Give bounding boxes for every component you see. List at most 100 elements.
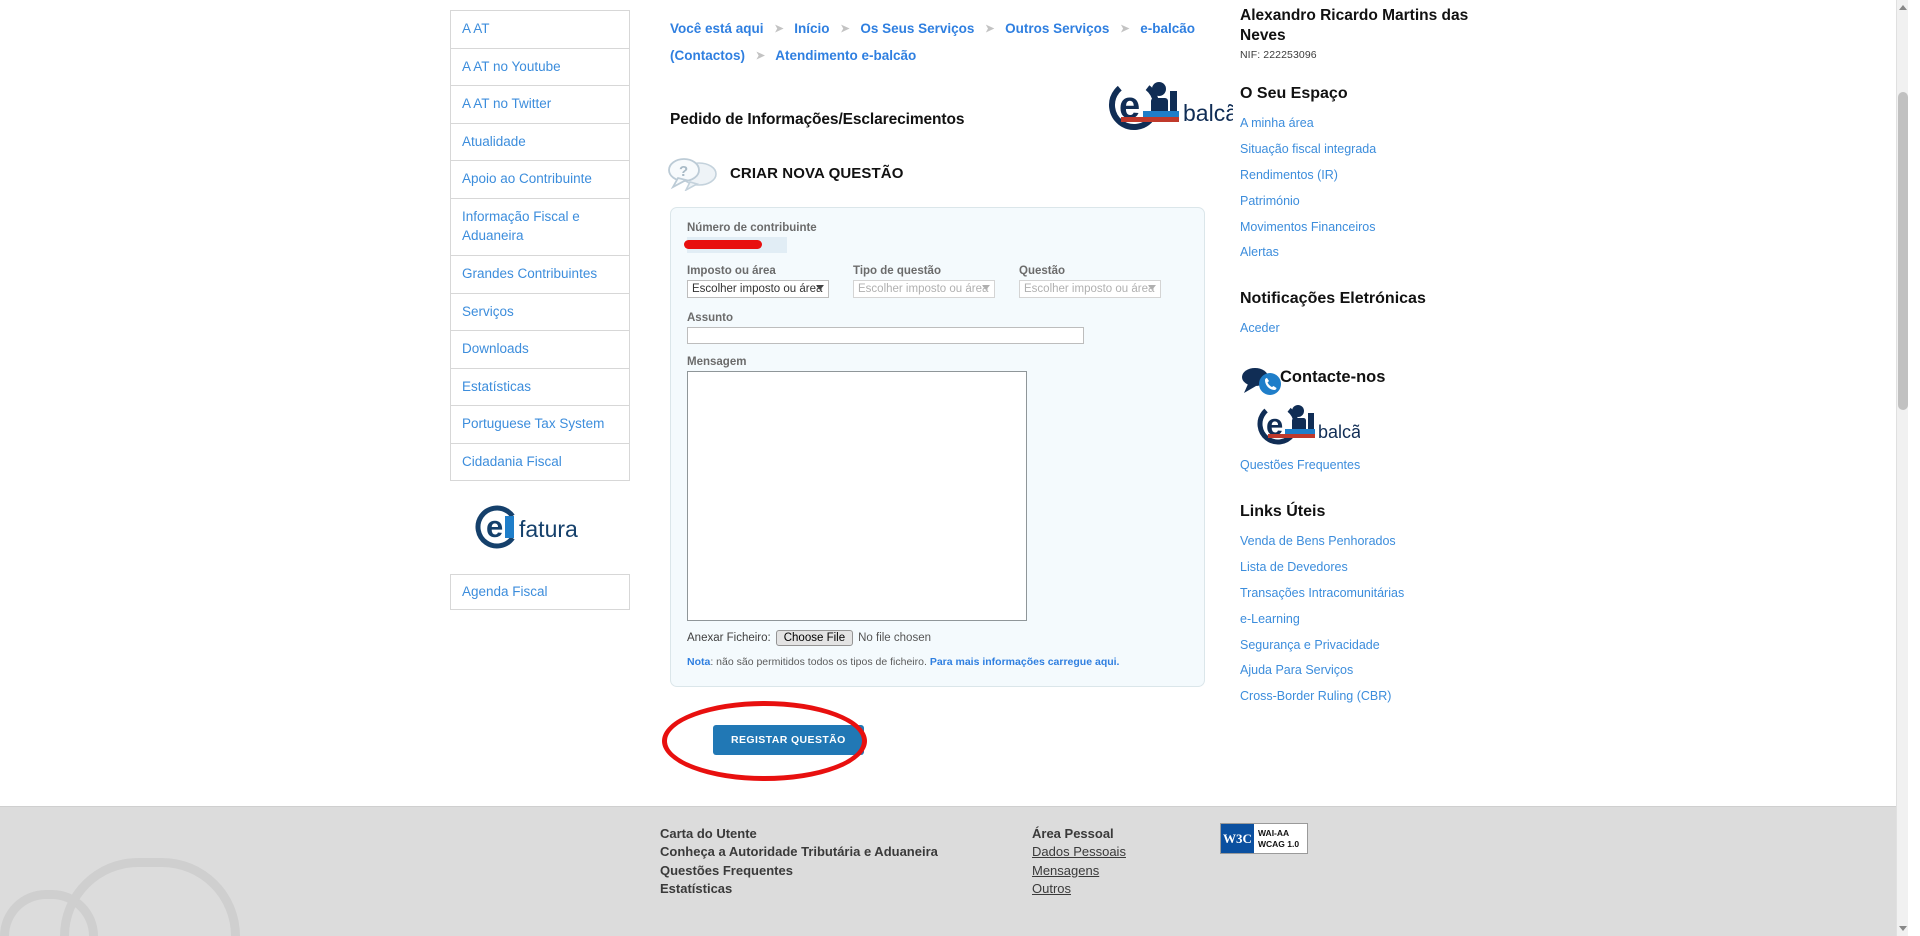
chevron-down-icon	[1148, 285, 1156, 290]
nif-input[interactable]	[684, 237, 787, 253]
submit-area: REGISTAR QUESTÃO	[660, 701, 1220, 781]
link-alertas[interactable]: Alertas	[1240, 240, 1480, 266]
footer-column-1: Carta do Utente Conheça a Autoridade Tri…	[660, 825, 938, 899]
dropdown-row: Imposto ou área Escolher imposto ou área…	[687, 265, 1188, 298]
imposto-select-value: Escolher imposto ou área	[692, 283, 823, 295]
user-nif: NIF: 222253096	[1240, 49, 1317, 62]
link-situacao-fiscal[interactable]: Situação fiscal integrada	[1240, 137, 1480, 163]
section-header-row: ? CRIAR NOVA QUESTÃO	[660, 157, 1220, 201]
footer-link-dados[interactable]: Dados Pessoais	[1032, 843, 1126, 861]
note-more-info-link[interactable]: Para mais informações carregue aqui.	[930, 656, 1120, 668]
breadcrumb-prefix: Você está aqui	[670, 21, 764, 36]
scrollbar-thumb[interactable]	[1898, 92, 1908, 410]
tipo-select[interactable]: Escolher imposto ou área	[853, 280, 995, 298]
link-aceder[interactable]: Aceder	[1240, 316, 1480, 342]
ebalcao-logo-icon: e balcão	[1097, 77, 1251, 137]
nif-label: Número de contribuinte	[687, 222, 817, 234]
chevron-right-icon: ➤	[755, 50, 765, 62]
link-seguranca[interactable]: Segurança e Privacidade	[1240, 633, 1480, 659]
questao-select-value: Escolher imposto ou área	[1024, 283, 1155, 295]
link-elearning[interactable]: e-Learning	[1240, 607, 1480, 633]
sidebar-item-twitter[interactable]: A AT no Twitter	[451, 86, 629, 124]
scroll-down-icon[interactable]	[1899, 926, 1907, 931]
page-title: Pedido de Informações/Esclarecimentos	[670, 111, 965, 128]
footer-link-estat[interactable]: Estatísticas	[660, 880, 938, 898]
link-movimentos[interactable]: Movimentos Financeiros	[1240, 215, 1480, 241]
user-name: Alexandro Ricardo Martins das Neves	[1240, 7, 1469, 44]
wcag-line-2: WCAG 1.0	[1258, 838, 1300, 849]
footer-link-outros[interactable]: Outros	[1032, 880, 1126, 898]
notificacoes-title: Notificações Eletrónicas	[1240, 290, 1426, 308]
registar-questao-button[interactable]: REGISTAR QUESTÃO	[713, 725, 864, 755]
chevron-right-icon: ➤	[774, 23, 784, 35]
footer-column-2: Área Pessoal Dados Pessoais Mensagens Ou…	[1032, 825, 1126, 899]
svg-text:e: e	[486, 509, 503, 544]
question-form-panel: Número de contribuinte Imposto ou área E…	[670, 207, 1205, 687]
footer-link-mensagens[interactable]: Mensagens	[1032, 862, 1126, 880]
links-uteis-title: Links Úteis	[1240, 503, 1326, 521]
tipo-label: Tipo de questão	[853, 265, 941, 277]
sidebar-item-downloads[interactable]: Downloads	[451, 331, 629, 369]
sidebar-item-tax-system[interactable]: Portuguese Tax System	[451, 406, 629, 444]
breadcrumb-item-servicos[interactable]: Os Seus Serviços	[860, 21, 974, 36]
breadcrumb-item-inicio[interactable]: Início	[794, 21, 829, 36]
breadcrumb-item-outros[interactable]: Outros Serviços	[1005, 21, 1109, 36]
imposto-select[interactable]: Escolher imposto ou área	[687, 280, 829, 298]
breadcrumb-item-atendimento[interactable]: Atendimento e-balcão	[775, 48, 916, 63]
chat-phone-icon	[1240, 366, 1284, 396]
link-questoes-frequentes[interactable]: Questões Frequentes	[1240, 453, 1480, 479]
tipo-select-value: Escolher imposto ou área	[858, 283, 989, 295]
contacte-nos-title: Contacte-nos	[1280, 368, 1386, 387]
chevron-right-icon: ➤	[840, 23, 850, 35]
sidebar-item-info-fiscal[interactable]: Informação Fiscal e Aduaneira	[451, 199, 629, 256]
vertical-scrollbar[interactable]	[1896, 0, 1908, 936]
mensagem-textarea[interactable]	[687, 371, 1027, 621]
questao-select[interactable]: Escolher imposto ou área	[1019, 280, 1161, 298]
sidebar-item-atualidade[interactable]: Atualidade	[451, 124, 629, 162]
link-minha-area[interactable]: A minha área	[1240, 111, 1480, 137]
sidebar-item-cidadania[interactable]: Cidadania Fiscal	[451, 444, 629, 482]
assunto-input[interactable]	[687, 327, 1084, 344]
contacte-nos-header: Contacte-nos	[1240, 364, 1480, 402]
sidebar-item-estatisticas[interactable]: Estatísticas	[451, 369, 629, 407]
footer-area-pessoal-title: Área Pessoal	[1032, 826, 1114, 841]
right-sidebar: Alexandro Ricardo Martins das Neves NIF:…	[1240, 6, 1480, 710]
sidebar-item-grandes[interactable]: Grandes Contribuintes	[451, 256, 629, 294]
footer-link-questoes[interactable]: Questões Frequentes	[660, 862, 938, 880]
sidebar-item-a-at[interactable]: A AT	[451, 11, 629, 49]
sidebar-item-apoio[interactable]: Apoio ao Contribuinte	[451, 161, 629, 199]
link-patrimonio[interactable]: Património	[1240, 189, 1480, 215]
chevron-right-icon: ➤	[985, 23, 995, 35]
imposto-label: Imposto ou área	[687, 265, 776, 277]
link-venda-bens[interactable]: Venda de Bens Penhorados	[1240, 529, 1480, 555]
ebalcao-sidebar-logo-text: balcão	[1318, 422, 1360, 442]
note-prefix: Nota	[687, 656, 711, 668]
questao-field-group: Questão Escolher imposto ou área	[1019, 265, 1161, 298]
link-ajuda-servicos[interactable]: Ajuda Para Serviços	[1240, 658, 1480, 684]
scroll-up-icon[interactable]	[1899, 5, 1907, 10]
efatura-logo-wrap: e fatura	[450, 503, 630, 554]
link-transacoes[interactable]: Transações Intracomunitárias	[1240, 581, 1480, 607]
efatura-logo-icon[interactable]: e fatura	[465, 503, 615, 551]
wcag-badge[interactable]: W3C WAI-AA WCAG 1.0	[1220, 823, 1308, 854]
breadcrumb: Você está aqui ➤ Início ➤ Os Seus Serviç…	[660, 0, 1220, 75]
wcag-text: WAI-AA WCAG 1.0	[1254, 824, 1307, 853]
agenda-fiscal-link[interactable]: Agenda Fiscal	[450, 574, 630, 611]
page-footer: Carta do Utente Conheça a Autoridade Tri…	[0, 806, 1908, 936]
tipo-field-group: Tipo de questão Escolher imposto ou área	[853, 265, 995, 298]
redaction-mark	[684, 240, 762, 249]
file-note: Nota: não são permitidos todos os tipos …	[687, 656, 1188, 668]
link-lista-devedores[interactable]: Lista de Devedores	[1240, 555, 1480, 581]
link-rendimentos[interactable]: Rendimentos (IR)	[1240, 163, 1480, 189]
imposto-field-group: Imposto ou área Escolher imposto ou área	[687, 265, 829, 298]
choose-file-button[interactable]: Choose File	[775, 630, 854, 646]
sidebar-item-servicos[interactable]: Serviços	[451, 294, 629, 332]
sidebar-item-youtube[interactable]: A AT no Youtube	[451, 49, 629, 87]
seu-espaco-title: O Seu Espaço	[1240, 85, 1348, 103]
wcag-line-1: WAI-AA	[1258, 827, 1290, 838]
left-nav-list: A AT A AT no Youtube A AT no Twitter Atu…	[450, 10, 630, 482]
chevron-right-icon: ➤	[1120, 23, 1130, 35]
footer-link-carta[interactable]: Carta do Utente	[660, 825, 938, 843]
link-cbr[interactable]: Cross-Border Ruling (CBR)	[1240, 684, 1480, 710]
footer-link-conheca[interactable]: Conheça a Autoridade Tributária e Aduane…	[660, 843, 938, 861]
